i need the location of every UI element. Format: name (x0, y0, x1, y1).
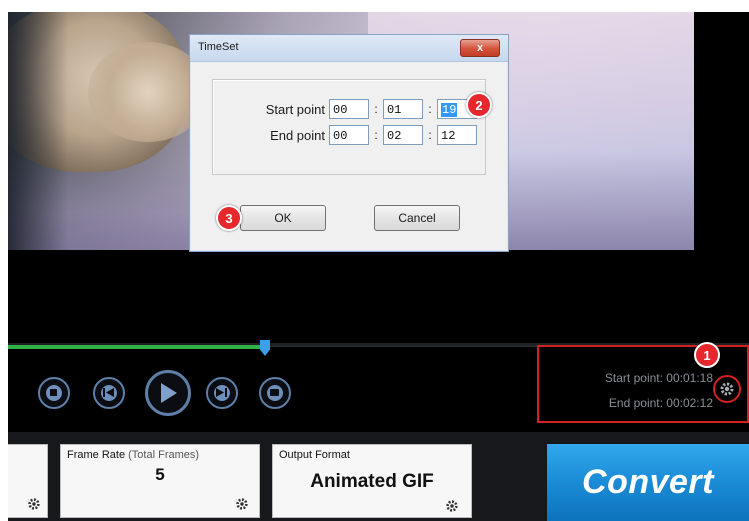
previous-button[interactable] (93, 377, 125, 409)
callout-badge-1: 1 (694, 342, 720, 368)
callout-badge-2: 2 (466, 92, 492, 118)
gear-icon (720, 382, 734, 396)
play-icon (156, 381, 179, 404)
stop-icon (45, 384, 63, 402)
convert-button[interactable]: Convert (547, 444, 749, 521)
time-separator: : (374, 102, 378, 116)
total-frames-label: (Total Frames) (128, 449, 200, 461)
gear-icon (446, 500, 458, 512)
start-minutes-field[interactable]: 01 (383, 99, 423, 119)
start-seconds-selected-text: 19 (441, 103, 458, 117)
timeset-gear-button[interactable] (713, 375, 741, 403)
output-format-panel[interactable]: Output Format Animated GIF (272, 444, 472, 518)
camera-icon (266, 384, 284, 402)
dialog-title: TimeSet (198, 41, 239, 53)
timeline-handle[interactable] (260, 340, 270, 356)
time-separator: : (374, 128, 378, 142)
time-fields-group: Start point 00 : 01 : 19 End point 00 : … (212, 79, 486, 175)
start-point-info: Start point: 00:01:18 (604, 371, 713, 385)
frame-rate-label: Frame Rate (67, 449, 126, 461)
gear-icon (28, 498, 40, 510)
end-minutes-field[interactable]: 02 (383, 125, 423, 145)
start-point-row: Start point 00 : 01 : 19 (213, 98, 477, 120)
frame-rate-value: 5 (155, 465, 165, 484)
skip-back-icon (100, 384, 118, 402)
end-point-info: End point: 00:02:12 (608, 396, 713, 410)
close-button[interactable]: x (460, 39, 500, 57)
start-point-label: Start point (265, 101, 325, 117)
end-seconds-field[interactable]: 12 (437, 125, 477, 145)
time-separator: : (428, 128, 432, 142)
video-scene-shadow (8, 12, 68, 250)
output-format-title: Output Format (279, 449, 350, 461)
start-hours-field[interactable]: 00 (329, 99, 369, 119)
time-separator: : (428, 102, 432, 116)
end-point-label: End point (270, 127, 325, 143)
play-button[interactable] (145, 370, 191, 416)
ok-button[interactable]: OK (240, 205, 326, 231)
frame-rate-title: Frame Rate (Total Frames) (67, 449, 199, 461)
timeline-progress (8, 345, 266, 349)
stop-button[interactable] (38, 377, 70, 409)
gear-icon (236, 498, 248, 510)
end-hours-field[interactable]: 00 (329, 125, 369, 145)
skip-forward-icon (213, 384, 231, 402)
callout-badge-3: 3 (216, 205, 242, 231)
frame-rate-panel[interactable]: Frame Rate (Total Frames) 5 (60, 444, 260, 518)
snapshot-button[interactable] (259, 377, 291, 409)
output-format-value: Animated GIF (310, 471, 434, 492)
next-button[interactable] (206, 377, 238, 409)
cancel-button[interactable]: Cancel (374, 205, 460, 231)
dialog-titlebar: TimeSet x (190, 35, 508, 62)
previous-settings-panel[interactable] (8, 444, 48, 518)
end-point-row: End point 00 : 02 : 12 (213, 124, 477, 146)
app-window: TimeSet x Start point 00 : 01 : 19 End p… (8, 12, 749, 521)
